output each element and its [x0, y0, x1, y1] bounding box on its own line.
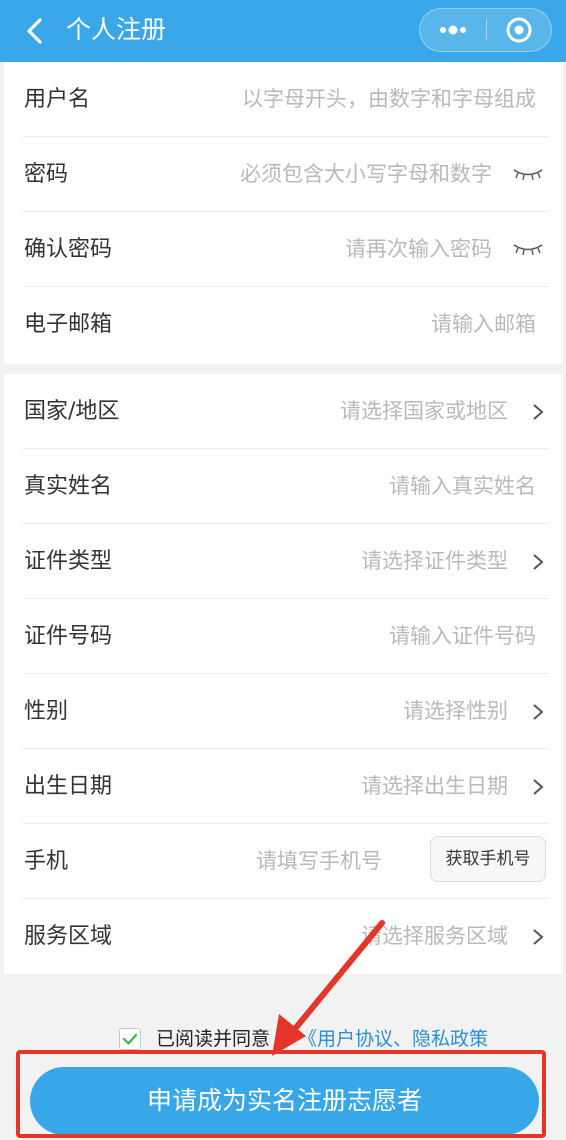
real-name-label: 真实姓名: [24, 474, 113, 499]
back-arrow-icon[interactable]: [18, 14, 52, 48]
password-label: 密码: [24, 162, 69, 187]
close-circle-icon[interactable]: [487, 9, 551, 51]
agreement-links[interactable]: 《用户协议、隐私政策: [298, 1024, 488, 1054]
chevron-right-icon: [533, 704, 544, 720]
password-input[interactable]: 必须包含大小写字母和数字: [240, 137, 492, 212]
real-name-input[interactable]: 请输入真实姓名: [389, 449, 536, 524]
eye-closed-icon[interactable]: [512, 167, 544, 181]
birth-date-select[interactable]: 请选择出生日期: [361, 749, 508, 824]
service-area-label: 服务区域: [24, 924, 113, 949]
mini-program-capsule: [419, 8, 552, 52]
id-number-label: 证件号码: [24, 624, 113, 649]
account-section: 用户名 以字母开头，由数字和字母组成 密码 必须包含大小写字母和数字 确认密码 …: [4, 62, 562, 364]
eye-closed-icon[interactable]: [512, 242, 544, 256]
username-input[interactable]: 以字母开头，由数字和字母组成: [242, 62, 536, 137]
email-label: 电子邮箱: [24, 312, 113, 337]
username-row[interactable]: 用户名 以字母开头，由数字和字母组成: [4, 62, 562, 137]
chevron-right-icon: [533, 779, 544, 795]
id-type-row[interactable]: 证件类型 请选择证件类型: [4, 524, 562, 599]
id-number-row[interactable]: 证件号码 请输入证件号码: [4, 599, 562, 674]
chevron-right-icon: [533, 554, 544, 570]
more-dots-icon[interactable]: [420, 9, 486, 51]
chevron-right-icon: [533, 929, 544, 945]
username-label: 用户名: [24, 87, 91, 112]
identity-section: 国家/地区 请选择国家或地区 真实姓名 请输入真实姓名 证件类型 请选择证件类型…: [4, 374, 562, 974]
page-title: 个人注册: [66, 15, 167, 44]
confirm-password-label: 确认密码: [24, 237, 113, 262]
email-input[interactable]: 请输入邮箱: [431, 287, 536, 362]
real-name-row[interactable]: 真实姓名 请输入真实姓名: [4, 449, 562, 524]
service-area-select[interactable]: 请选择服务区域: [361, 899, 508, 974]
confirm-password-input[interactable]: 请再次输入密码: [345, 212, 492, 287]
confirm-password-row[interactable]: 确认密码 请再次输入密码: [4, 212, 562, 287]
birth-date-label: 出生日期: [24, 774, 113, 799]
chevron-right-icon: [533, 404, 544, 420]
birth-date-row[interactable]: 出生日期 请选择出生日期: [4, 749, 562, 824]
email-row[interactable]: 电子邮箱 请输入邮箱: [4, 287, 562, 362]
get-phone-button[interactable]: 获取手机号: [430, 836, 546, 882]
checkmark-icon: [122, 1033, 138, 1045]
id-type-label: 证件类型: [24, 549, 113, 574]
phone-row: 手机 请填写手机号 获取手机号: [4, 824, 562, 899]
agreement-row: 已阅读并同意 《用户协议、隐私政策: [0, 1024, 566, 1054]
gender-label: 性别: [24, 699, 69, 724]
agreement-text: 已阅读并同意: [156, 1028, 271, 1050]
navigation-bar: 个人注册: [0, 0, 566, 62]
submit-button[interactable]: 申请成为实名注册志愿者: [30, 1067, 539, 1135]
password-row[interactable]: 密码 必须包含大小写字母和数字: [4, 137, 562, 212]
agreement-checkbox[interactable]: [119, 1028, 141, 1050]
country-row[interactable]: 国家/地区 请选择国家或地区: [4, 374, 562, 449]
phone-input[interactable]: 请填写手机号: [256, 824, 382, 899]
country-label: 国家/地区: [24, 399, 120, 424]
phone-label: 手机: [24, 849, 69, 874]
id-type-select[interactable]: 请选择证件类型: [361, 524, 508, 599]
service-area-row[interactable]: 服务区域 请选择服务区域: [4, 899, 562, 974]
id-number-input[interactable]: 请输入证件号码: [389, 599, 536, 674]
gender-select[interactable]: 请选择性别: [403, 674, 508, 749]
country-select[interactable]: 请选择国家或地区: [340, 374, 508, 449]
gender-row[interactable]: 性别 请选择性别: [4, 674, 562, 749]
